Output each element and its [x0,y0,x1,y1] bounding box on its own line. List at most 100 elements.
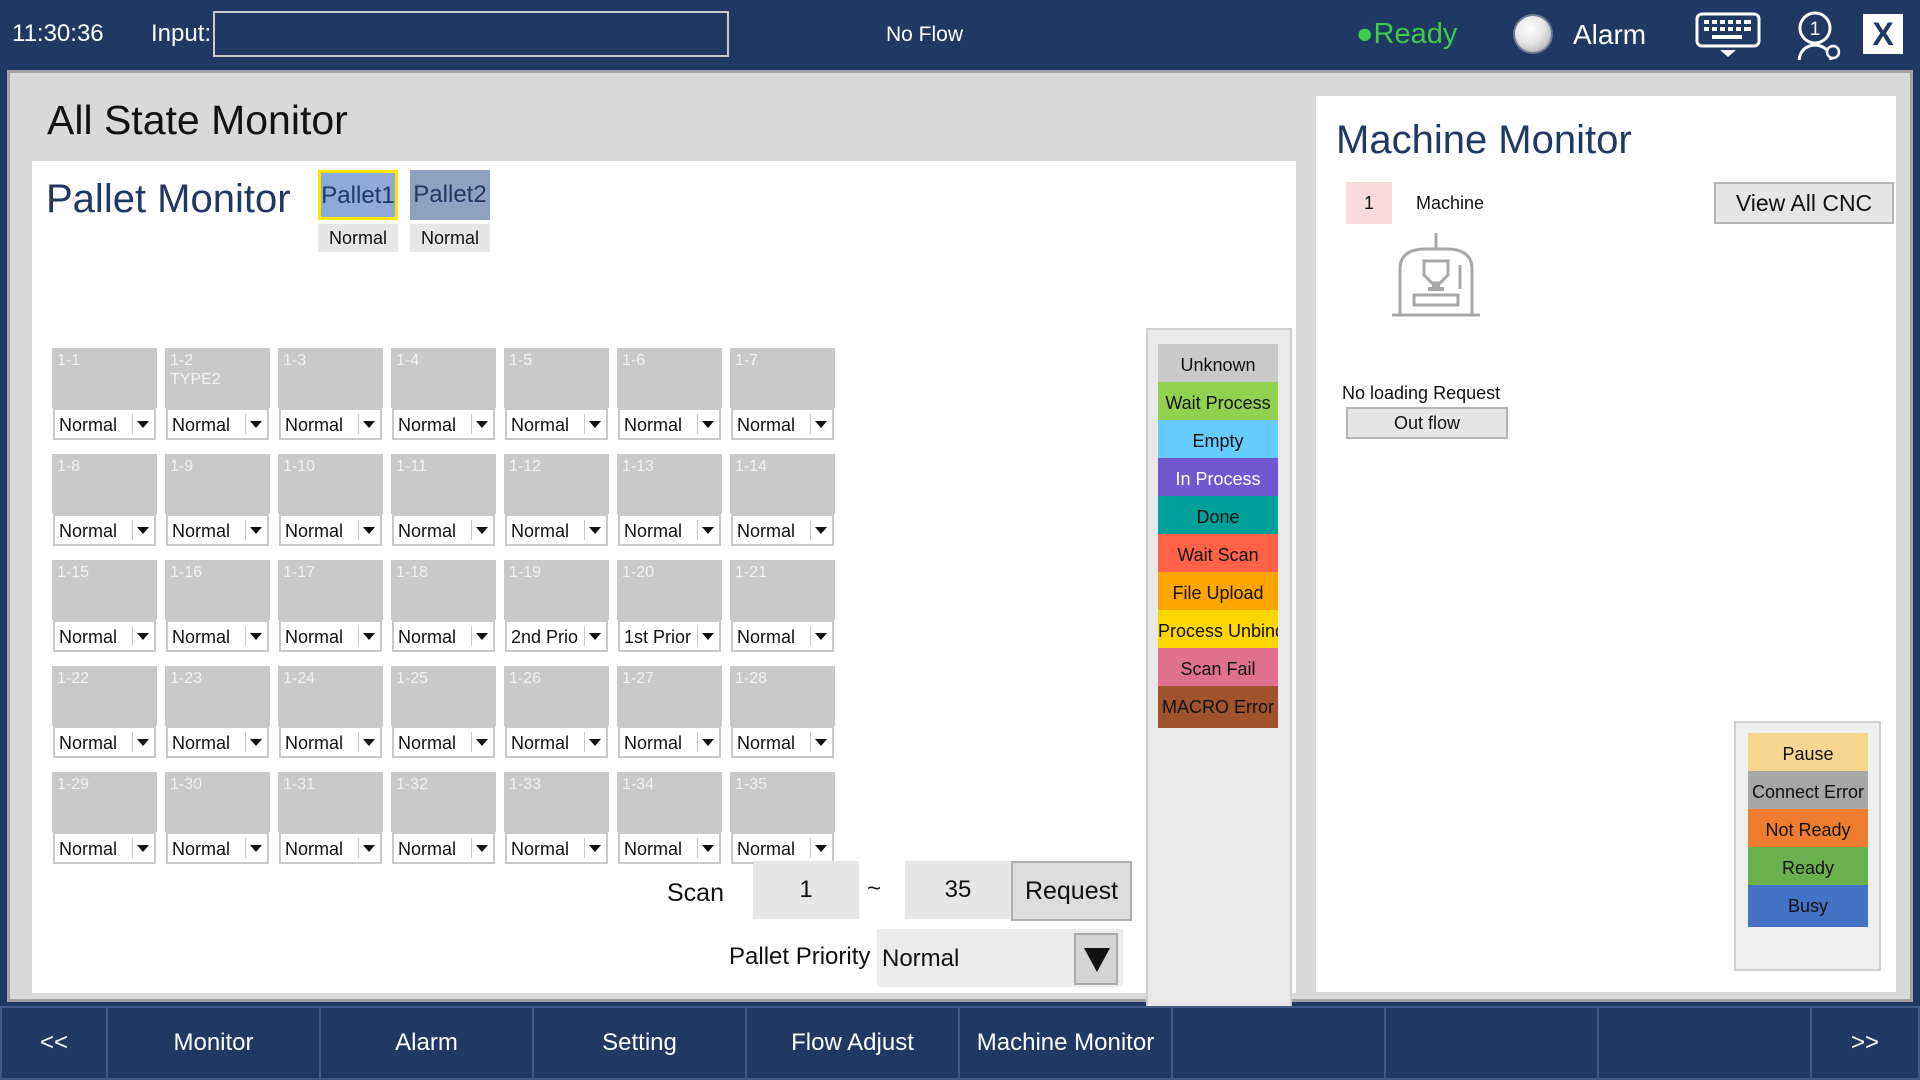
close-button[interactable]: X [1863,14,1903,54]
dropdown-arrow-icon[interactable] [697,520,716,540]
nav-next-button[interactable]: >> [1810,1006,1920,1080]
station-priority-select[interactable]: Normal [392,408,495,440]
dropdown-arrow-icon[interactable] [697,414,716,434]
pallet-station[interactable]: 1-31 [278,772,383,832]
station-priority-select[interactable]: Normal [392,832,495,864]
pallet-station[interactable]: 1-7 [730,348,835,408]
command-input[interactable] [213,11,729,57]
station-priority-select[interactable]: Normal [618,726,721,758]
station-priority-select[interactable]: Normal [731,832,834,864]
pallet-station[interactable]: 1-30 [165,772,270,832]
station-priority-select[interactable]: Normal [279,726,382,758]
station-priority-select[interactable]: Normal [618,832,721,864]
station-priority-select[interactable]: Normal [166,620,269,652]
pallet-station[interactable]: 1-25 [391,666,496,726]
nav-prev-button[interactable]: << [0,1006,108,1080]
dropdown-arrow-icon[interactable] [358,520,377,540]
tab-pallet1[interactable]: Pallet1 [318,170,398,220]
pallet-station[interactable]: 1-22 [52,666,157,726]
station-priority-select[interactable]: Normal [731,408,834,440]
dropdown-arrow-icon[interactable] [471,414,490,434]
station-priority-select[interactable]: Normal [505,832,608,864]
station-priority-select[interactable]: Normal [53,726,156,758]
tab-pallet2[interactable]: Pallet2 [410,170,490,220]
station-priority-select[interactable]: Normal [505,514,608,546]
pallet-station[interactable]: 1-10 [278,454,383,514]
station-priority-select[interactable]: Normal [731,726,834,758]
dropdown-arrow-icon[interactable] [1074,933,1118,985]
request-button[interactable]: Request [1011,861,1132,921]
pallet-station[interactable]: 1-13 [617,454,722,514]
pallet-station[interactable]: 1-32 [391,772,496,832]
dropdown-arrow-icon[interactable] [584,414,603,434]
pallet-station[interactable]: 1-26 [504,666,609,726]
station-priority-select[interactable]: Normal [53,408,156,440]
pallet-station[interactable]: 1-27 [617,666,722,726]
nav-empty-2[interactable] [1384,1006,1599,1080]
station-priority-select[interactable]: Normal [166,408,269,440]
dropdown-arrow-icon[interactable] [584,838,603,858]
pallet-station[interactable]: 1-20 [617,560,722,620]
dropdown-arrow-icon[interactable] [132,414,151,434]
dropdown-arrow-icon[interactable] [471,520,490,540]
dropdown-arrow-icon[interactable] [132,520,151,540]
pallet-priority-select[interactable]: Normal [877,929,1123,987]
scan-from-field[interactable]: 1 [753,861,859,919]
pallet-station[interactable]: 1-28 [730,666,835,726]
keyboard-icon[interactable] [1695,12,1761,58]
station-priority-select[interactable]: Normal [279,408,382,440]
pallet-station[interactable]: 1-9 [165,454,270,514]
user-info-icon[interactable]: 1 [1795,10,1841,62]
cnc-machine-icon[interactable] [1388,227,1484,323]
pallet-station[interactable]: 1-33 [504,772,609,832]
dropdown-arrow-icon[interactable] [697,732,716,752]
dropdown-arrow-icon[interactable] [810,838,829,858]
station-priority-select[interactable]: 1st Prior [618,620,721,652]
dropdown-arrow-icon[interactable] [471,838,490,858]
pallet-station[interactable]: 1-17 [278,560,383,620]
station-priority-select[interactable]: Normal [618,408,721,440]
nav-empty-3[interactable] [1597,1006,1812,1080]
station-priority-select[interactable]: Normal [53,832,156,864]
pallet-station[interactable]: 1-24 [278,666,383,726]
nav-empty-1[interactable] [1171,1006,1386,1080]
pallet-station[interactable]: 1-15 [52,560,157,620]
dropdown-arrow-icon[interactable] [697,838,716,858]
pallet-station[interactable]: 1-6 [617,348,722,408]
dropdown-arrow-icon[interactable] [584,626,603,646]
nav-monitor[interactable]: Monitor [106,1006,321,1080]
pallet-station[interactable]: 1-21 [730,560,835,620]
dropdown-arrow-icon[interactable] [358,626,377,646]
station-priority-select[interactable]: Normal [166,832,269,864]
pallet-station[interactable]: 1-19 [504,560,609,620]
station-priority-select[interactable]: Normal [166,726,269,758]
nav-flow-adjust[interactable]: Flow Adjust [745,1006,960,1080]
dropdown-arrow-icon[interactable] [584,732,603,752]
dropdown-arrow-icon[interactable] [810,414,829,434]
station-priority-select[interactable]: Normal [505,408,608,440]
scan-to-field[interactable]: 35 [905,861,1011,919]
dropdown-arrow-icon[interactable] [245,520,264,540]
pallet-station[interactable]: 1-23 [165,666,270,726]
station-priority-select[interactable]: Normal [279,832,382,864]
nav-alarm[interactable]: Alarm [319,1006,534,1080]
pallet-station[interactable]: 1-29 [52,772,157,832]
dropdown-arrow-icon[interactable] [245,838,264,858]
station-priority-select[interactable]: Normal [731,514,834,546]
dropdown-arrow-icon[interactable] [810,520,829,540]
dropdown-arrow-icon[interactable] [358,838,377,858]
dropdown-arrow-icon[interactable] [358,414,377,434]
pallet-station[interactable]: 1-11 [391,454,496,514]
station-priority-select[interactable]: Normal [618,514,721,546]
pallet-station[interactable]: 1-34 [617,772,722,832]
pallet-station[interactable]: 1-14 [730,454,835,514]
dropdown-arrow-icon[interactable] [810,732,829,752]
dropdown-arrow-icon[interactable] [358,732,377,752]
pallet-station[interactable]: 1-8 [52,454,157,514]
dropdown-arrow-icon[interactable] [132,838,151,858]
pallet-station[interactable]: 1-3 [278,348,383,408]
station-priority-select[interactable]: 2nd Prio [505,620,608,652]
station-priority-select[interactable]: Normal [392,514,495,546]
outflow-button[interactable]: Out flow [1346,407,1508,439]
pallet-station[interactable]: 1-2 TYPE2 [165,348,270,408]
